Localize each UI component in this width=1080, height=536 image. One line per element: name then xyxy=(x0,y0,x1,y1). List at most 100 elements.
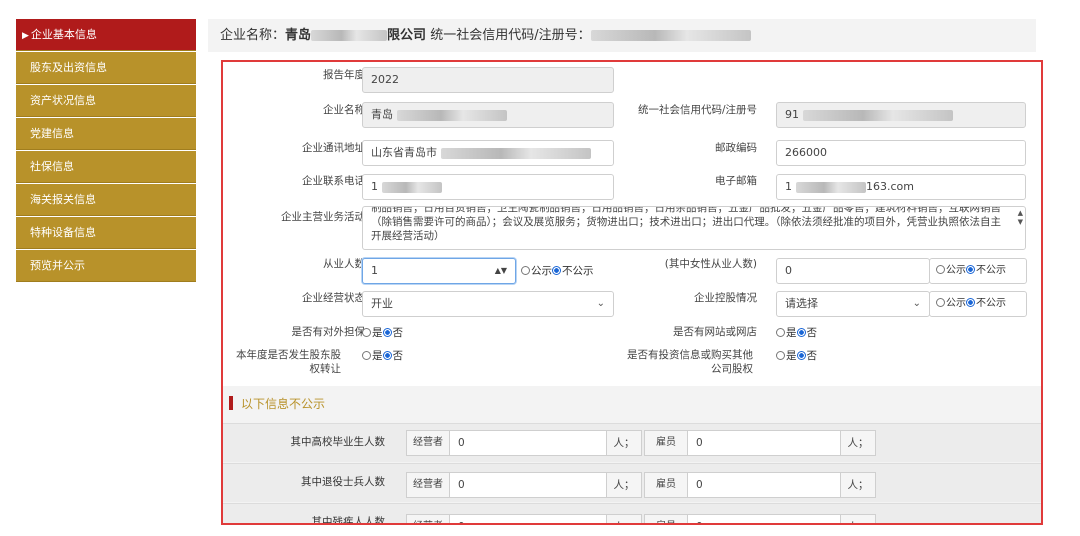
basic-info-form: 报告年度 2022 企业名称 青岛 统一社会信用代码/注册号 91 企业通讯地址… xyxy=(221,60,1043,525)
sidebar-item-preview-publish[interactable]: 预览并公示 xyxy=(16,250,196,282)
radio-transfer-yes[interactable] xyxy=(362,351,371,360)
female-employees-input[interactable]: 0 xyxy=(776,258,930,284)
scroll-arrows-icon[interactable]: ▲ ▼ xyxy=(1018,209,1023,227)
veterans-label: 其中退役士兵人数 xyxy=(301,476,385,488)
phone-label: 企业联系电话 xyxy=(302,175,365,187)
unit-label: 人； xyxy=(606,472,642,498)
radio-website-no[interactable] xyxy=(796,328,806,337)
employees-visibility: 公示 不公示 xyxy=(521,264,594,278)
employees-number-input[interactable]: 1 ▲▼ xyxy=(362,258,516,284)
redacted-blur xyxy=(397,109,507,121)
disabled-label: 其中残疾人人数 xyxy=(311,516,386,525)
graduates-label: 其中高校毕业生人数 xyxy=(290,436,386,448)
sidebar-item-party[interactable]: 党建信息 xyxy=(16,118,196,150)
radio-transfer-no[interactable] xyxy=(382,351,392,360)
operator-label: 经营者 xyxy=(406,472,450,498)
radio-guarantee-yes[interactable] xyxy=(362,328,371,337)
business-scope-textarea[interactable]: 制品销售；日用百货销售；卫生陶瓷制品销售；日用品销售；日用杂品销售；五金产品批发… xyxy=(362,206,1026,250)
radio-website-yes[interactable] xyxy=(776,328,785,337)
female-visibility: 公示 不公示 xyxy=(929,258,1027,284)
sidebar-item-basic-info[interactable]: ▶ 企业基本信息 xyxy=(16,19,196,51)
radio-public-holding[interactable] xyxy=(936,298,945,307)
guarantee-label: 是否有对外担保 xyxy=(291,326,366,338)
credit-code-label: 统一社会信用代码/注册号： xyxy=(430,28,591,43)
company-name-field-label: 企业名称 xyxy=(323,104,365,116)
holding-label: 企业控股情况 xyxy=(694,292,757,304)
report-year-label: 报告年度 xyxy=(323,69,365,81)
redacted-blur xyxy=(803,109,953,121)
sidebar-item-customs[interactable]: 海关报关信息 xyxy=(16,184,196,216)
equity-transfer-label: 本年度是否发生股东股权转让 xyxy=(236,349,341,375)
sidebar-item-shareholders[interactable]: 股东及出资信息 xyxy=(16,52,196,84)
veterans-operator-input[interactable]: 0 xyxy=(449,472,607,498)
guarantee-radio-group: 是否 xyxy=(362,326,403,340)
company-name-suffix: 限公司 xyxy=(387,28,427,43)
chevron-down-icon: ⌄ xyxy=(912,298,921,309)
spinner-arrows-icon[interactable]: ▲▼ xyxy=(495,259,507,283)
graduates-employee-input[interactable]: 0 xyxy=(687,430,841,456)
radio-invest-yes[interactable] xyxy=(776,351,785,360)
unit-label: 人； xyxy=(840,430,876,456)
radio-guarantee-no[interactable] xyxy=(382,328,392,337)
unit-label: 人； xyxy=(606,430,642,456)
unit-label: 人； xyxy=(840,514,876,523)
business-status-select[interactable]: 开业 ⌄ xyxy=(362,291,614,317)
investment-label: 是否有投资信息或购买其他公司股权 xyxy=(627,349,753,375)
sidebar-item-special-equipment[interactable]: 特种设备信息 xyxy=(16,217,196,249)
website-radio-group: 是否 xyxy=(776,326,817,340)
employee-label: 雇员 xyxy=(644,430,688,456)
sidebar-nav: ▶ 企业基本信息 股东及出资信息 资产状况信息 党建信息 社保信息 海关报关信息 … xyxy=(16,19,196,283)
company-header: 企业名称：青岛 限公司 统一社会信用代码/注册号： xyxy=(208,19,1036,52)
radio-not-public-female[interactable] xyxy=(966,265,975,274)
chevron-down-icon: ⌄ xyxy=(596,298,605,309)
disabled-employee-input[interactable]: 0 xyxy=(687,514,841,523)
holding-select[interactable]: 请选择 ⌄ xyxy=(776,291,930,317)
redacted-blur xyxy=(311,30,388,41)
veterans-employee-input[interactable]: 0 xyxy=(687,472,841,498)
investment-radio-group: 是否 xyxy=(776,349,817,363)
email-label: 电子邮箱 xyxy=(715,175,757,187)
unit-label: 人； xyxy=(840,472,876,498)
report-year-field: 2022 xyxy=(362,67,614,93)
radio-invest-no[interactable] xyxy=(796,351,806,360)
non-public-section: 以下信息不公示 其中高校毕业生人数 经营者 0 人； 雇员 0 人； 其中退役士… xyxy=(223,386,1041,525)
employee-label: 雇员 xyxy=(644,514,688,523)
sidebar-item-assets[interactable]: 资产状况信息 xyxy=(16,85,196,117)
caret-right-icon: ▶ xyxy=(22,31,29,41)
graduates-operator-input[interactable]: 0 xyxy=(449,430,607,456)
postcode-input[interactable]: 266000 xyxy=(776,140,1026,166)
redacted-blur xyxy=(590,30,751,41)
business-scope-label: 企业主营业务活动 xyxy=(281,211,365,223)
sidebar-item-social-security[interactable]: 社保信息 xyxy=(16,151,196,183)
redacted-blur xyxy=(796,181,866,193)
radio-not-public-holding[interactable] xyxy=(966,298,975,307)
credit-code-field: 91 xyxy=(776,102,1026,128)
table-row: 其中退役士兵人数 经营者 0 人； 雇员 0 人； xyxy=(223,463,1041,502)
disabled-operator-input[interactable]: 0 xyxy=(449,514,607,523)
equity-transfer-radio-group: 是否 xyxy=(362,349,403,363)
company-name-prefix: 青岛 xyxy=(285,28,312,43)
table-row: 其中残疾人人数 经营者 0 人； 雇员 0 人； xyxy=(223,503,1041,525)
radio-public-employees[interactable] xyxy=(521,266,530,275)
radio-public-female[interactable] xyxy=(936,265,945,274)
redacted-blur xyxy=(382,181,442,193)
address-input[interactable]: 山东省青岛市 xyxy=(362,140,614,166)
phone-input[interactable]: 1 xyxy=(362,174,614,200)
female-employees-label: (其中女性从业人数) xyxy=(664,258,757,270)
redacted-blur xyxy=(441,147,591,159)
website-label: 是否有网站或网店 xyxy=(673,326,757,338)
credit-code-field-label: 统一社会信用代码/注册号 xyxy=(637,104,757,116)
radio-not-public-employees[interactable] xyxy=(552,266,561,275)
holding-visibility: 公示 不公示 xyxy=(929,291,1027,317)
email-input[interactable]: 1 163.com xyxy=(776,174,1026,200)
address-label: 企业通讯地址 xyxy=(302,142,365,154)
unit-label: 人； xyxy=(606,514,642,523)
postcode-label: 邮政编码 xyxy=(715,142,757,154)
operator-label: 经营者 xyxy=(406,514,450,523)
operator-label: 经营者 xyxy=(406,430,450,456)
employees-label: 从业人数 xyxy=(323,258,365,270)
table-row: 其中高校毕业生人数 经营者 0 人； 雇员 0 人； xyxy=(223,423,1041,462)
business-status-label: 企业经营状态 xyxy=(302,292,365,304)
company-name-label: 企业名称： xyxy=(220,28,286,43)
employee-label: 雇员 xyxy=(644,472,688,498)
